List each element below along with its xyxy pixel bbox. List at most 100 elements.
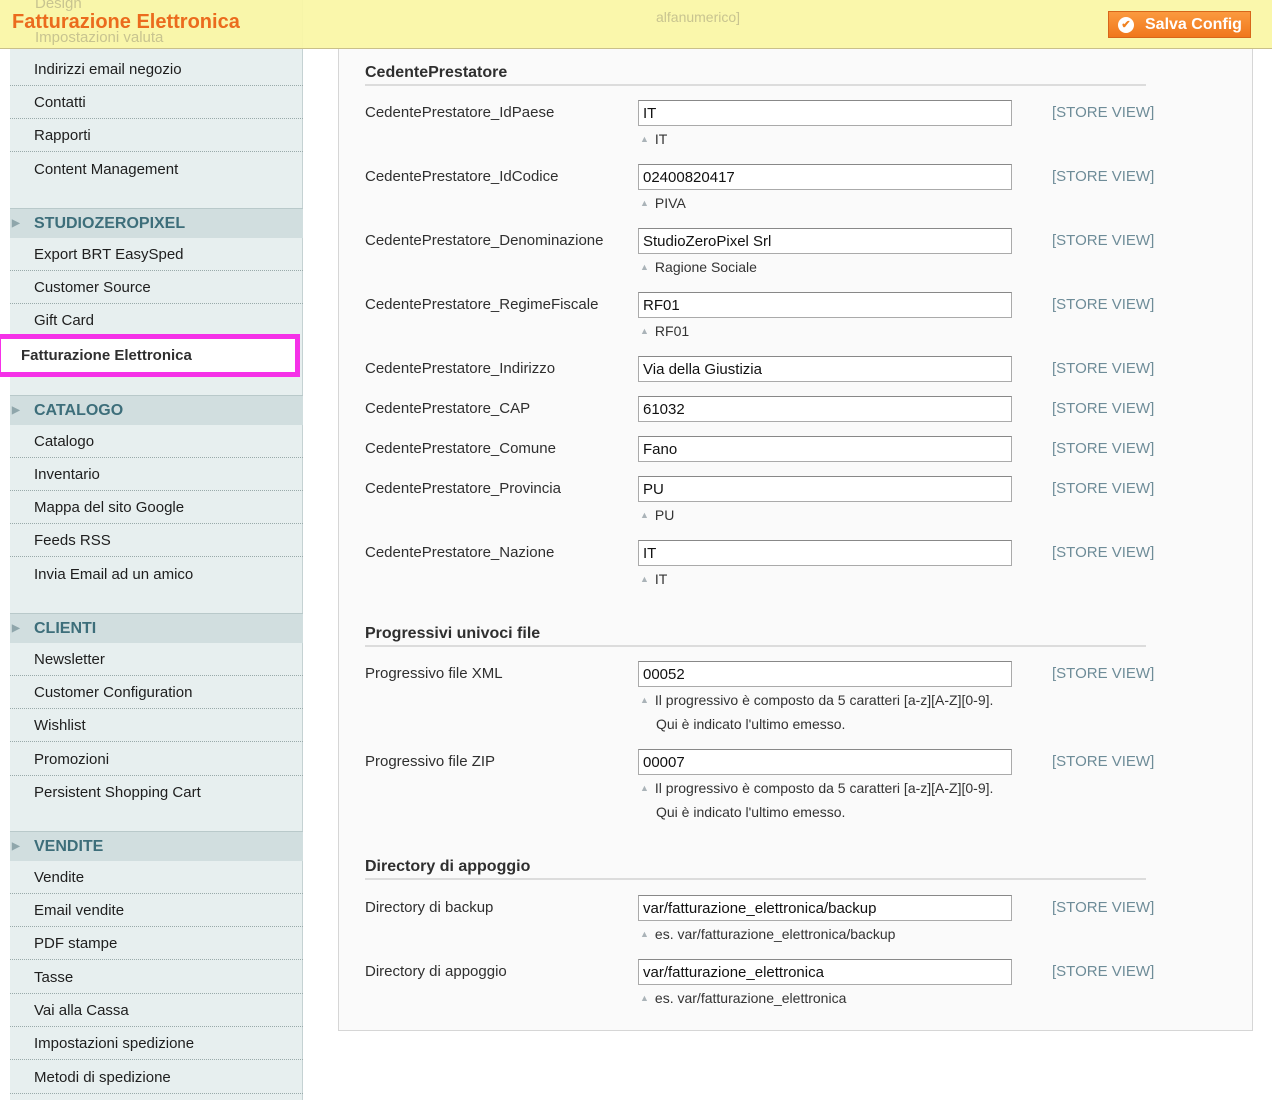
triangle-up-icon: ▲ [640, 134, 649, 144]
triangle-right-icon: ▶ [12, 405, 20, 416]
field-label: Progressivo file XML [365, 665, 503, 682]
sidebar-item[interactable]: Vai alla Cassa [10, 994, 303, 1027]
triangle-right-icon: ▶ [12, 623, 20, 634]
triangle-up-icon: ▲ [640, 326, 649, 336]
sidebar: Indirizzi email negozio Contatti Rapport… [10, 0, 303, 1100]
sidebar-item[interactable]: Customer Source [10, 271, 303, 304]
idpaese-input[interactable] [638, 100, 1012, 126]
note-text: PU [654, 507, 675, 523]
sidebar-item[interactable]: Export BRT EasySped [10, 238, 303, 271]
faded-text: alfanumerico] [656, 9, 741, 25]
note-text: RF01 [654, 323, 690, 339]
sidebar-item[interactable]: Vendite [10, 861, 303, 894]
field-label: Directory di backup [365, 899, 494, 916]
sidebar-item[interactable]: Indirizzi email negozio [10, 53, 303, 86]
note-text: Il progressivo è composto da 5 caratteri… [654, 780, 994, 796]
directory-backup-input[interactable] [638, 895, 1012, 921]
field-label: CedentePrestatore_CAP [365, 400, 531, 417]
note-text: Il progressivo è composto da 5 caratteri… [654, 692, 994, 708]
note-text: Ragione Sociale [654, 259, 757, 275]
triangle-up-icon: ▲ [640, 993, 649, 1003]
note-text: Qui è indicato l'ultimo emesso. [656, 804, 846, 820]
sidebar-item[interactable]: Inventario [10, 458, 303, 491]
sidebar-item[interactable]: Promozioni [10, 743, 303, 776]
field-note: ▲ PU [640, 503, 674, 527]
field-label: CedentePrestatore_Indirizzo [365, 360, 556, 377]
triangle-up-icon: ▲ [640, 695, 649, 705]
sidebar-section-header[interactable]: ▶ CATALOGO [10, 395, 303, 425]
comune-input[interactable] [638, 436, 1012, 462]
field-note: ▲ Il progressivo è composto da 5 caratter… [640, 776, 993, 824]
field-note: ▲ es. var/fatturazione_elettronica [640, 986, 846, 1010]
directory-appoggio-input[interactable] [638, 959, 1012, 985]
field-note: ▲ IT [640, 567, 667, 591]
sidebar-item[interactable]: Email vendite [10, 894, 303, 927]
scope-label: [STORE VIEW] [1052, 665, 1155, 682]
sidebar-item[interactable]: Feeds RSS [10, 524, 303, 557]
scope-label: [STORE VIEW] [1052, 232, 1155, 249]
field-label: CedentePrestatore_Denominazione [365, 232, 604, 249]
triangle-up-icon: ▲ [640, 198, 649, 208]
field-note: ▲ Il progressivo è composto da 5 caratter… [640, 688, 993, 736]
triangle-right-icon: ▶ [12, 841, 20, 852]
note-text: PIVA [654, 195, 686, 211]
sidebar-item[interactable]: Tasse [10, 961, 303, 994]
field-note: ▲ PIVA [640, 191, 686, 215]
triangle-up-icon: ▲ [640, 929, 649, 939]
sidebar-item[interactable]: Wishlist [10, 709, 303, 742]
sidebar-item[interactable]: Content Management [10, 153, 303, 186]
scope-label: [STORE VIEW] [1052, 899, 1155, 916]
triangle-right-icon: ▶ [12, 218, 20, 229]
idcodice-input[interactable] [638, 164, 1012, 190]
denominazione-input[interactable] [638, 228, 1012, 254]
section-title: CATALOGO [34, 402, 124, 419]
sidebar-item[interactable]: Mappa del sito Google [10, 491, 303, 524]
group-title: Progressivi univoci file [365, 625, 1146, 647]
field-label: CedentePrestatore_Comune [365, 440, 556, 457]
regimefiscale-input[interactable] [638, 292, 1012, 318]
save-config-button[interactable]: ✔ Salva Config [1108, 11, 1251, 38]
scope-label: [STORE VIEW] [1052, 753, 1155, 770]
field-label: Progressivo file ZIP [365, 753, 496, 770]
field-label: CedentePrestatore_RegimeFiscale [365, 296, 599, 313]
sidebar-item[interactable]: Persistent Shopping Cart [10, 776, 303, 809]
section-title: STUDIOZEROPIXEL [34, 215, 186, 232]
sidebar-item[interactable]: Rapporti [10, 119, 303, 152]
note-text: es. var/fatturazione_elettronica/backup [654, 926, 896, 942]
triangle-up-icon: ▲ [640, 262, 649, 272]
sticky-header: Design Impostazioni valuta alfanumerico]… [0, 0, 1272, 49]
field-note: ▲ es. var/fatturazione_elettronica/backup [640, 922, 895, 946]
cap-input[interactable] [638, 396, 1012, 422]
triangle-up-icon: ▲ [640, 510, 649, 520]
triangle-up-icon: ▲ [640, 574, 649, 584]
scope-label: [STORE VIEW] [1052, 296, 1155, 313]
sidebar-item[interactable]: Invia Email ad un amico [10, 558, 303, 591]
sidebar-section-header[interactable]: ▶ VENDITE [10, 831, 303, 861]
note-text: Qui è indicato l'ultimo emesso. [656, 716, 846, 732]
indirizzo-input[interactable] [638, 356, 1012, 382]
check-circle-icon: ✔ [1118, 17, 1134, 33]
provincia-input[interactable] [638, 476, 1012, 502]
progressivo-xml-input[interactable] [638, 661, 1012, 687]
sidebar-item[interactable]: Catalogo [10, 425, 303, 458]
sidebar-item[interactable]: Metodi di spedizione [10, 1061, 303, 1094]
sidebar-item[interactable]: Newsletter [10, 643, 303, 676]
sidebar-section-header[interactable]: ▶ CLIENTI [10, 613, 303, 643]
field-label: CedentePrestatore_Provincia [365, 480, 561, 497]
sidebar-section-header[interactable]: ▶ STUDIOZEROPIXEL [10, 208, 303, 238]
field-note: ▲ Ragione Sociale [640, 255, 757, 279]
page-title: Fatturazione Elettronica [12, 11, 240, 33]
group-title: CedentePrestatore [365, 64, 1146, 86]
sidebar-item[interactable]: Contatti [10, 86, 303, 119]
sidebar-item[interactable]: Impostazioni spedizione [10, 1027, 303, 1060]
nazione-input[interactable] [638, 540, 1012, 566]
section-title: VENDITE [34, 838, 104, 855]
sidebar-item[interactable]: Gift Card [10, 304, 303, 337]
sidebar-item[interactable]: Customer Configuration [10, 676, 303, 709]
group-title: Directory di appoggio [365, 858, 1146, 880]
field-note: ▲ IT [640, 127, 667, 151]
progressivo-zip-input[interactable] [638, 749, 1012, 775]
scope-label: [STORE VIEW] [1052, 963, 1155, 980]
sidebar-item-active[interactable]: Fatturazione Elettronica [0, 334, 300, 377]
sidebar-item[interactable]: PDF stampe [10, 927, 303, 960]
